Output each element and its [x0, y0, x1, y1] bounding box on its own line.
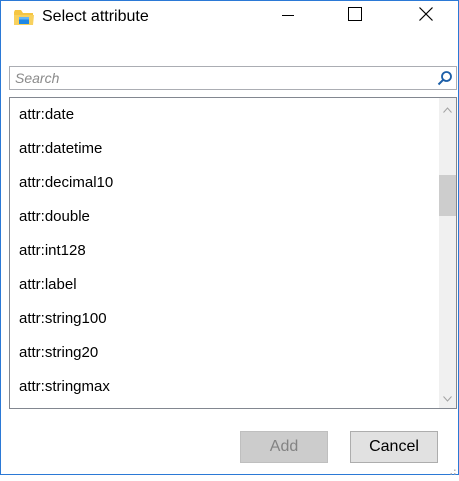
scrollbar-thumb[interactable] [439, 174, 456, 216]
list-item[interactable]: attr:double [10, 200, 439, 234]
list-item[interactable]: attr:date [10, 98, 439, 132]
maximize-icon [348, 7, 362, 26]
cancel-button[interactable]: Cancel [350, 431, 438, 463]
chevron-down-icon [443, 389, 452, 407]
list-item[interactable]: attr:stringmax [10, 370, 439, 404]
scroll-down-button[interactable] [439, 389, 456, 406]
close-icon [419, 7, 433, 26]
select-attribute-dialog: Select attribute attr:dateattr:date [0, 0, 459, 475]
list-item[interactable]: attr:datetime [10, 132, 439, 166]
list-item[interactable]: attr:string100 [10, 302, 439, 336]
search-box [9, 66, 457, 90]
list-item[interactable]: attr:label [10, 268, 439, 302]
vertical-scrollbar[interactable] [439, 98, 456, 408]
scroll-up-button[interactable] [439, 100, 456, 117]
folder-app-icon [13, 7, 35, 27]
attribute-list[interactable]: attr:date attr:datetime attr:decimal10 attr… [9, 97, 457, 409]
add-button[interactable]: Add [240, 431, 328, 463]
list-item[interactable]: attr:int128 [10, 234, 439, 268]
list-item[interactable]: attr:string20 [10, 336, 439, 370]
search-icon[interactable] [437, 70, 453, 86]
close-button[interactable] [403, 1, 449, 32]
maximize-button[interactable] [332, 1, 378, 32]
attribute-list-items: attr:date attr:datetime attr:decimal10 attr… [10, 98, 439, 404]
chevron-up-icon [443, 100, 452, 118]
list-item[interactable]: attr:decimal10 [10, 166, 439, 200]
search-input[interactable] [10, 67, 435, 89]
resize-grip-icon[interactable] [447, 463, 457, 475]
title-bar[interactable]: Select attribute [1, 1, 458, 32]
dialog-title: Select attribute [42, 8, 149, 25]
minimize-button[interactable] [265, 1, 311, 32]
minimize-icon [282, 8, 294, 26]
